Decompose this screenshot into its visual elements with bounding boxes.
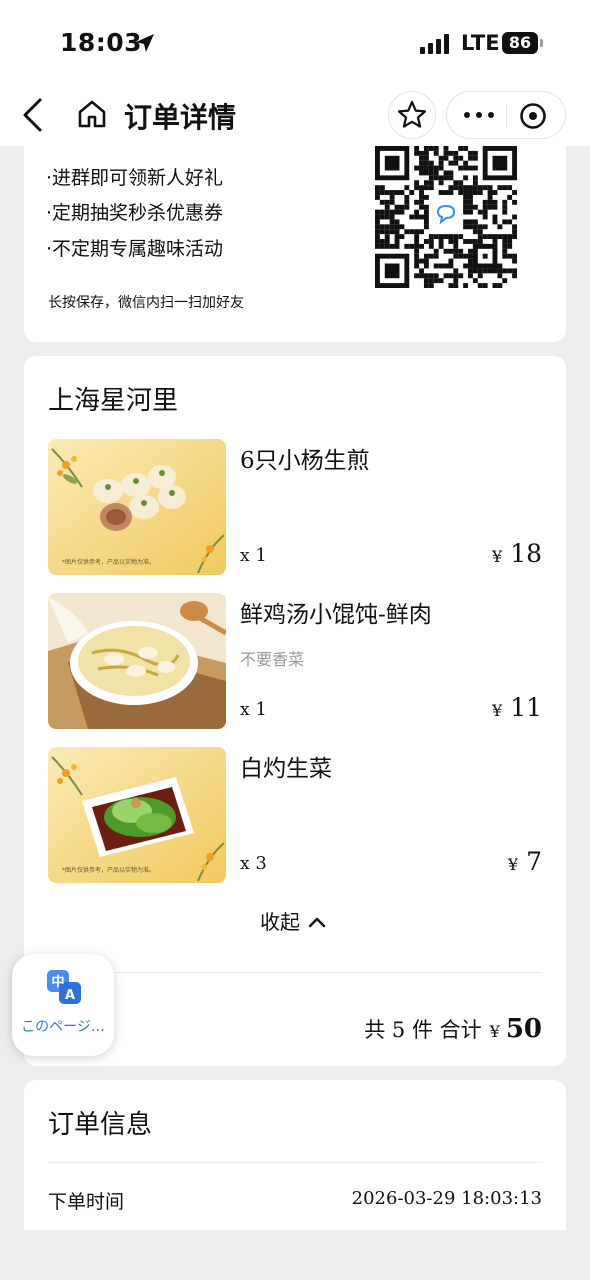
promo-line: ·进群即可领新人好礼 [46,167,224,189]
qty-prefix: x [240,546,250,566]
item-note: 不要香菜 [240,650,305,669]
divider [48,1162,542,1163]
battery-nub [540,39,543,47]
more-options-icon[interactable] [463,100,495,130]
collapse-label: 收起 [260,910,300,934]
item-name: 白灼生菜 [240,756,332,782]
miniprogram-capsule [446,91,566,139]
currency-symbol: ¥ [489,1022,500,1041]
qty-prefix: x [240,700,250,720]
divider [48,972,542,973]
item-quantity: x 3 [240,853,267,874]
location-arrow-icon [136,34,154,52]
item-image-shengjian: *图片仅供参考，产品以实物为准。 [48,439,226,575]
qty-value: 1 [255,699,267,720]
item-price: ¥11 [492,693,542,722]
price-value: 11 [510,693,542,722]
item-image-lettuce: *图片仅供参考，产品以实物为准。 [48,747,226,883]
status-bar: 18:03 LTE 86 [0,0,590,86]
favorite-button[interactable] [388,91,436,139]
order-total: 共 5 件 合计 ¥50 [364,1014,542,1044]
item-name: 鲜鸡汤小馄饨-鲜肉 [240,602,432,628]
back-chevron-icon[interactable] [20,97,46,133]
image-disclaimer: *图片仅供参考，产品以实物为准。 [62,867,156,874]
item-image-wonton [48,593,226,729]
store-name: 上海星河里 [48,386,179,416]
qty-value: 1 [255,545,267,566]
item-price: ¥18 [492,539,542,568]
order-time-value: 2026-03-29 18:03:13 [351,1188,542,1209]
capsule-divider [506,104,507,128]
section-title: 订单信息 [48,1110,153,1140]
price-value: 18 [510,539,542,568]
translate-page-button[interactable]: 中 A このページ… [12,954,114,1056]
qty-prefix: x [240,854,250,874]
item-quantity: x 1 [240,699,267,720]
nav-bar: 订单详情 [0,86,590,146]
star-icon [397,100,427,128]
order-item: 鲜鸡汤小馄饨-鲜肉 不要香菜 x 1 ¥11 [48,593,542,729]
translate-label: このページ… [21,1019,105,1035]
qr-instruction: 长按保存，微信内扫一扫加好友 [48,295,244,311]
translate-icon: 中 A [47,970,81,1004]
price-value: 7 [526,847,542,876]
page-title: 订单详情 [124,101,237,134]
close-miniprogram-icon[interactable] [519,102,547,130]
image-disclaimer: *图片仅供参考，产品以实物为准。 [62,559,156,566]
total-amount: 50 [505,1014,542,1044]
wechat-group-qr-code[interactable] [375,146,517,288]
order-time-label: 下单时间 [48,1191,125,1213]
chevron-up-icon [309,917,326,928]
currency-symbol: ¥ [507,855,519,874]
item-name: 6只小杨生煎 [240,448,370,474]
item-quantity: x 1 [240,545,267,566]
qty-value: 3 [255,853,267,874]
status-time: 18:03 [60,28,143,57]
collapse-button[interactable]: 收起 [260,906,326,935]
total-count-label: 共 5 件 合计 [364,1018,482,1042]
order-item: *图片仅供参考，产品以实物为准。 6只小杨生煎 x 1 ¥18 [48,439,542,575]
cellular-signal-icon [420,34,449,54]
currency-symbol: ¥ [492,701,503,720]
battery-indicator: 86 [502,32,538,54]
network-type: LTE [461,31,500,55]
currency-symbol: ¥ [492,547,503,566]
translate-glyph-target: A [65,988,75,1003]
community-promo-card: ·进群即可领新人好礼 ·定期抽奖秒杀优惠券 ·不定期专属趣味活动 长按保存，微信… [24,146,566,342]
translate-glyph-source: 中 [51,974,64,990]
home-icon[interactable] [76,98,108,130]
order-item: *图片仅供参考，产品以实物为准。 白灼生菜 x 3 ¥7 [48,747,542,883]
promo-line: ·不定期专属趣味活动 [46,238,224,260]
promo-line: ·定期抽奖秒杀优惠券 [46,202,224,224]
order-info-card: 订单信息 下单时间 2026-03-29 18:03:13 [24,1080,566,1230]
item-price: ¥7 [508,847,542,876]
